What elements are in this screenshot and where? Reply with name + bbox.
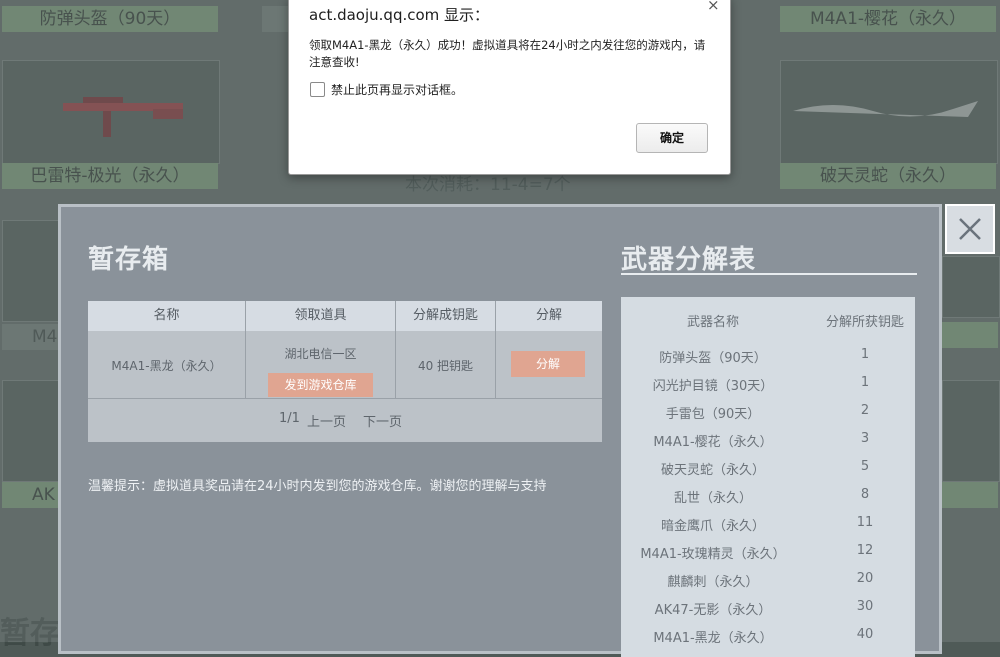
prev-page-link[interactable]: 上一页 (307, 411, 346, 430)
tip-text: 温馨提示：虚拟道具奖品请在24小时内发到您的游戏仓库。谢谢您的理解与支持 (88, 479, 547, 494)
key-count: 40 把钥匙 (417, 359, 474, 373)
next-page-link[interactable]: 下一页 (363, 411, 402, 430)
row-divider (88, 398, 602, 399)
server-name: 湖北电信一区 (284, 347, 357, 361)
send-to-warehouse-button[interactable]: 发到游戏仓库 (268, 373, 373, 397)
suppress-dialogs-label[interactable]: 禁止此页再显示对话框。 (331, 81, 463, 98)
col-header-weapon: 武器名称 (686, 315, 739, 330)
item-name: M4A1-黑龙（永久） (111, 359, 222, 373)
weapon-name: 手雷包（90天） (665, 407, 761, 422)
weapon-keys: 20 (856, 571, 874, 586)
weapon-keys: 3 (860, 431, 870, 446)
col-header-decompose: 分解 (535, 308, 562, 323)
weapon-name: M4A1-玫瑰精灵（永久） (640, 547, 786, 562)
dialog-title: act.daoju.qq.com 显示： (309, 6, 490, 24)
column-divider (495, 301, 496, 399)
weapon-name: M4A1-樱花（永久） (653, 435, 773, 450)
weapon-name: 暗金鹰爪（永久） (660, 519, 765, 534)
col-header-name: 名称 (153, 308, 180, 323)
weapon-keys: 1 (860, 347, 870, 362)
weapon-keys: 2 (860, 403, 870, 418)
page-indicator: 1/1 (279, 411, 300, 426)
weapon-keys: 12 (856, 543, 874, 558)
weapon-name: M4A1-黑龙（永久） (653, 631, 773, 646)
weapon-name: 破天灵蛇（永久） (660, 463, 765, 478)
col-header-claim: 领取道具 (294, 308, 347, 323)
weapon-keys: 30 (856, 599, 874, 614)
close-icon (959, 218, 981, 240)
weapon-name: 乱世（永久） (673, 491, 752, 506)
weapon-keys: 5 (860, 459, 870, 474)
column-divider (395, 301, 396, 399)
col-header-keys: 分解成钥匙 (412, 308, 478, 323)
title-divider (621, 273, 917, 275)
ok-button[interactable]: 确定 (636, 123, 708, 153)
close-button[interactable] (945, 204, 995, 254)
alert-dialog: act.daoju.qq.com 显示： × 领取M4A1-黑龙（永久）成功！虚… (288, 0, 731, 175)
weapon-name: 防弹头盔（90天） (659, 351, 767, 366)
weapon-name: 闪光护目镜（30天） (652, 379, 774, 394)
weapon-keys: 1 (860, 375, 870, 390)
dialog-message: 领取M4A1-黑龙（永久）成功！虚拟道具将在24小时之内发往您的游戏内，请注意查… (309, 38, 706, 69)
weapon-keys: 8 (860, 487, 870, 502)
weapon-keys: 11 (856, 515, 874, 530)
suppress-dialogs-checkbox[interactable] (310, 82, 325, 97)
dialog-close-icon[interactable]: × (707, 0, 720, 14)
storage-table: 名称 领取道具 分解成钥匙 分解 M4A1-黑龙（永久） 湖北电信一区 发到游戏… (88, 301, 602, 442)
col-header-keys-gained: 分解所获钥匙 (825, 315, 904, 330)
storage-title: 暂存箱 (88, 245, 170, 275)
decompose-button[interactable]: 分解 (511, 351, 585, 377)
weapon-keys: 40 (856, 627, 874, 642)
decompose-table-title: 武器分解表 (621, 245, 757, 275)
decompose-table: 武器名称 分解所获钥匙 防弹头盔（90天） 1 闪光护目镜（30天） 1 手雷包（90天… (621, 297, 915, 657)
weapon-name: AK47-无影（永久） (654, 603, 772, 618)
storage-panel: 暂存箱 武器分解表 名称 领取道具 分解成钥匙 分解 M4A1-黑龙（永久） 湖… (58, 204, 942, 657)
weapon-name: 麒麟刺（永久） (667, 575, 759, 590)
